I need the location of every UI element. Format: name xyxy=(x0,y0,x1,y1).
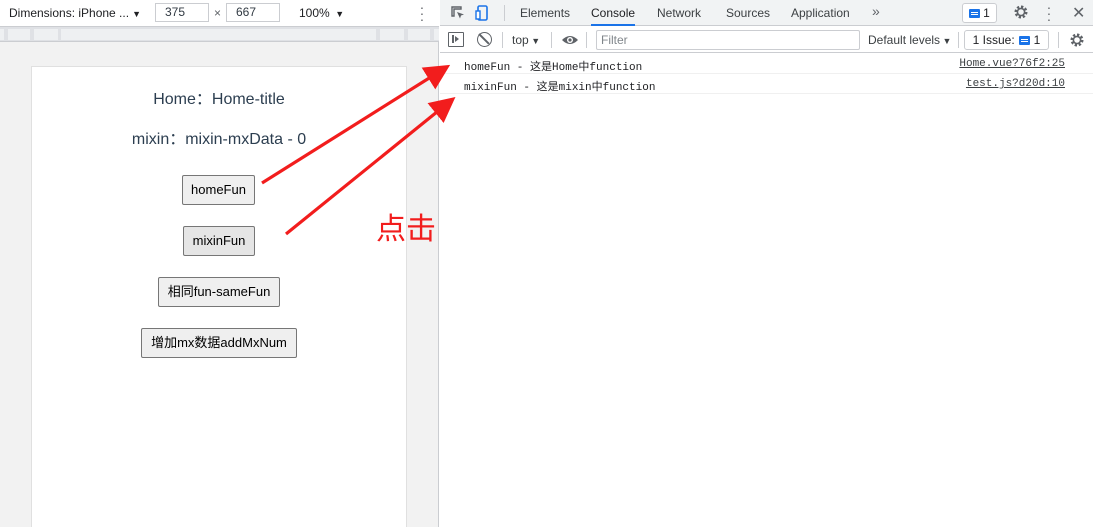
devtools-panel: Elements Console Network Sources Applica… xyxy=(440,0,1093,527)
settings-gear-icon[interactable] xyxy=(1013,4,1029,20)
device-width-input[interactable]: 375 xyxy=(155,3,209,22)
inspect-element-icon[interactable] xyxy=(449,4,467,22)
ruler-segment xyxy=(61,29,376,40)
tab-application[interactable]: Application xyxy=(791,0,850,26)
console-log-row: homeFun - 这是Home中function Home.vue?76f2:… xyxy=(440,54,1093,74)
context-value: top xyxy=(512,33,529,47)
more-options-icon[interactable]: · · · xyxy=(417,0,427,26)
console-sidebar-icon[interactable] xyxy=(448,32,464,47)
device-emulation-pane: Dimensions: iPhone ... ▼ 375 × 667 100% ▼… xyxy=(0,0,439,527)
devtools-tab-bar: Elements Console Network Sources Applica… xyxy=(440,0,1093,26)
log-message: mixinFun - 这是mixin中function xyxy=(464,82,656,94)
log-message: homeFun - 这是Home中function xyxy=(464,62,643,74)
ruler-segment xyxy=(434,29,439,40)
zoom-select[interactable]: 100% ▼ xyxy=(299,6,344,20)
dimension-separator: × xyxy=(214,6,222,20)
messages-count: 1 xyxy=(983,6,990,20)
messages-badge[interactable]: 1 xyxy=(962,3,997,23)
ruler-segment xyxy=(408,29,430,40)
toolbar-divider xyxy=(958,32,959,48)
context-select[interactable]: top ▼ xyxy=(512,33,540,47)
same-fun-button[interactable]: 相同fun-sameFun xyxy=(158,277,280,307)
ruler-segment xyxy=(0,29,4,40)
issues-count: 1 xyxy=(1033,33,1041,47)
dropdown-caret-icon: ▼ xyxy=(132,9,141,19)
tab-network[interactable]: Network xyxy=(657,0,701,26)
device-toolbar: Dimensions: iPhone ... ▼ 375 × 667 100% ▼… xyxy=(0,0,439,26)
device-viewport: Home：Home-title mixin：mixin-mxData - 0 h… xyxy=(31,66,407,527)
device-toolbar-icon[interactable] xyxy=(474,4,492,22)
tab-console[interactable]: Console xyxy=(591,0,636,26)
tab-elements[interactable]: Elements xyxy=(520,0,570,26)
customize-menu-icon[interactable]: · · · xyxy=(1044,0,1054,26)
device-dimensions-label: Dimensions: iPhone ... xyxy=(9,6,130,20)
home-fun-button[interactable]: homeFun xyxy=(182,175,255,205)
device-dimensions-select[interactable]: Dimensions: iPhone ... ▼ xyxy=(9,6,141,20)
console-settings-gear-icon[interactable] xyxy=(1069,32,1085,48)
ruler-segment xyxy=(380,29,404,40)
toolbar-divider xyxy=(502,32,503,48)
log-source-link[interactable]: Home.vue?76f2:25 xyxy=(959,58,1065,70)
live-expression-eye-icon[interactable] xyxy=(561,33,579,47)
ruler-segment xyxy=(34,29,58,40)
clear-console-icon[interactable] xyxy=(477,32,492,47)
toolbar-divider xyxy=(551,32,552,48)
tab-sources[interactable]: Sources xyxy=(726,0,770,26)
mixin-data-text: mixin：mixin-mxData - 0 xyxy=(131,131,307,148)
mixin-fun-button[interactable]: mixinFun xyxy=(183,226,255,256)
log-source-link[interactable]: test.js?d20d:10 xyxy=(966,78,1065,90)
ruler-segment xyxy=(8,29,30,40)
device-height-input[interactable]: 667 xyxy=(226,3,280,22)
more-tabs-icon[interactable]: » xyxy=(872,3,880,19)
chat-icon xyxy=(1018,35,1030,45)
dropdown-caret-icon: ▼ xyxy=(332,9,345,19)
dropdown-caret-icon: ▼ xyxy=(528,36,541,46)
console-log-row: mixinFun - 这是mixin中function test.js?d20d… xyxy=(440,74,1093,94)
issues-label: 1 Issue: xyxy=(972,33,1015,47)
close-icon[interactable]: ✕ xyxy=(1072,3,1085,23)
dropdown-caret-icon: ▼ xyxy=(940,36,952,46)
chat-icon xyxy=(969,8,981,18)
log-levels-value: Default levels xyxy=(868,33,941,47)
console-toolbar: top ▼ Filter Default levels ▼ 1 Issue: 1 xyxy=(440,27,1093,53)
toolbar-divider xyxy=(1058,32,1059,48)
screen: Dimensions: iPhone ... ▼ 375 × 667 100% ▼… xyxy=(0,0,1093,527)
toolbar-divider xyxy=(504,5,505,21)
toolbar-divider xyxy=(586,32,587,48)
filter-input[interactable]: Filter xyxy=(596,30,860,50)
log-levels-select[interactable]: Default levels ▼ xyxy=(868,33,951,47)
zoom-value: 100% xyxy=(299,6,330,20)
add-mx-num-button[interactable]: 增加mx数据addMxNum xyxy=(141,328,297,358)
issues-button[interactable]: 1 Issue: 1 xyxy=(964,30,1049,50)
media-query-ruler[interactable] xyxy=(0,26,439,42)
home-title-text: Home：Home-title xyxy=(153,91,285,108)
click-annotation-text: 点击 xyxy=(376,212,436,247)
